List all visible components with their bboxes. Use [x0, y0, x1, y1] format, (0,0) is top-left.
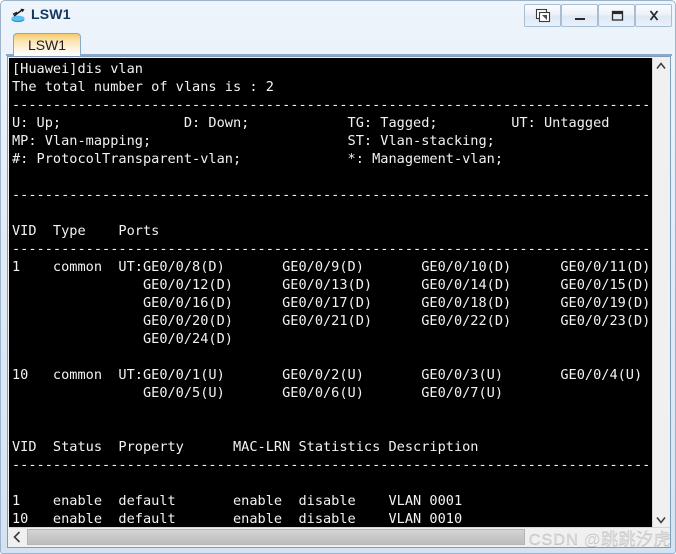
vertical-scrollbar[interactable] — [652, 58, 669, 528]
tab-lsw1[interactable]: LSW1 — [13, 33, 81, 56]
tab-strip: LSW1 — [6, 31, 672, 56]
chevron-up-icon[interactable] — [653, 58, 669, 75]
title-bar: LSW1 — [1, 1, 676, 31]
maximize-button[interactable] — [598, 4, 635, 27]
emulator-window: LSW1 LSW1 [Huawei]dis vlan The total num… — [0, 0, 676, 554]
horizontal-scrollbar-thumb[interactable] — [27, 529, 525, 545]
horizontal-scrollbar-track[interactable] — [525, 528, 670, 546]
window-title: LSW1 — [31, 6, 71, 22]
close-button[interactable] — [635, 4, 672, 27]
terminal-output: [Huawei]dis vlan The total number of vla… — [12, 61, 654, 527]
terminal-panel: [Huawei]dis vlan The total number of vla… — [7, 56, 671, 548]
horizontal-scrollbar[interactable] — [9, 527, 670, 546]
restore-window-button[interactable] — [524, 4, 561, 27]
chevron-left-icon[interactable] — [9, 528, 26, 546]
chevron-down-icon[interactable] — [653, 511, 669, 528]
minimize-button[interactable] — [561, 4, 598, 27]
router-switch-icon — [9, 5, 29, 25]
terminal-screen[interactable]: [Huawei]dis vlan The total number of vla… — [9, 58, 654, 528]
